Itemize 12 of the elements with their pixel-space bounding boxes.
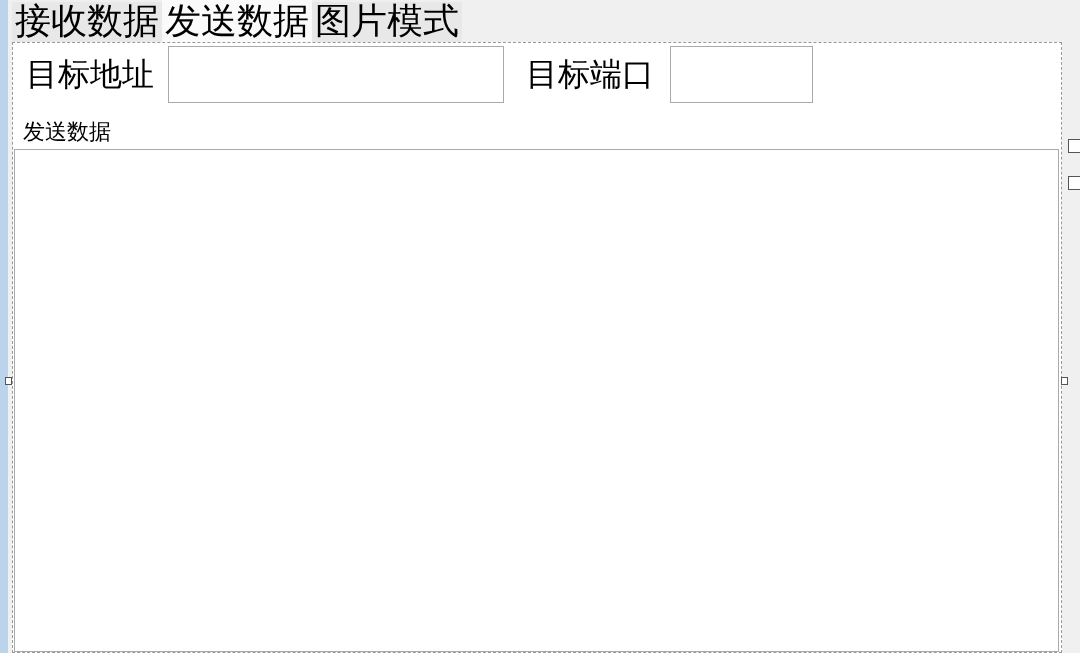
tab[interactable]: 发送数据 bbox=[162, 0, 312, 42]
tab[interactable]: 接收数据 bbox=[12, 2, 162, 42]
target-port-field[interactable] bbox=[670, 45, 813, 103]
target-port-label: 目标端口 bbox=[526, 58, 654, 90]
resize-handle[interactable] bbox=[1061, 377, 1068, 385]
resize-handle[interactable] bbox=[5, 377, 12, 385]
target-address-label: 目标地址 bbox=[26, 58, 154, 90]
checkbox[interactable] bbox=[1068, 176, 1080, 190]
tab[interactable]: 图片模式 bbox=[312, 2, 462, 42]
checkbox[interactable] bbox=[1068, 139, 1080, 153]
target-address-field[interactable] bbox=[168, 45, 504, 103]
send-data-label: 发送数据 bbox=[23, 121, 112, 143]
